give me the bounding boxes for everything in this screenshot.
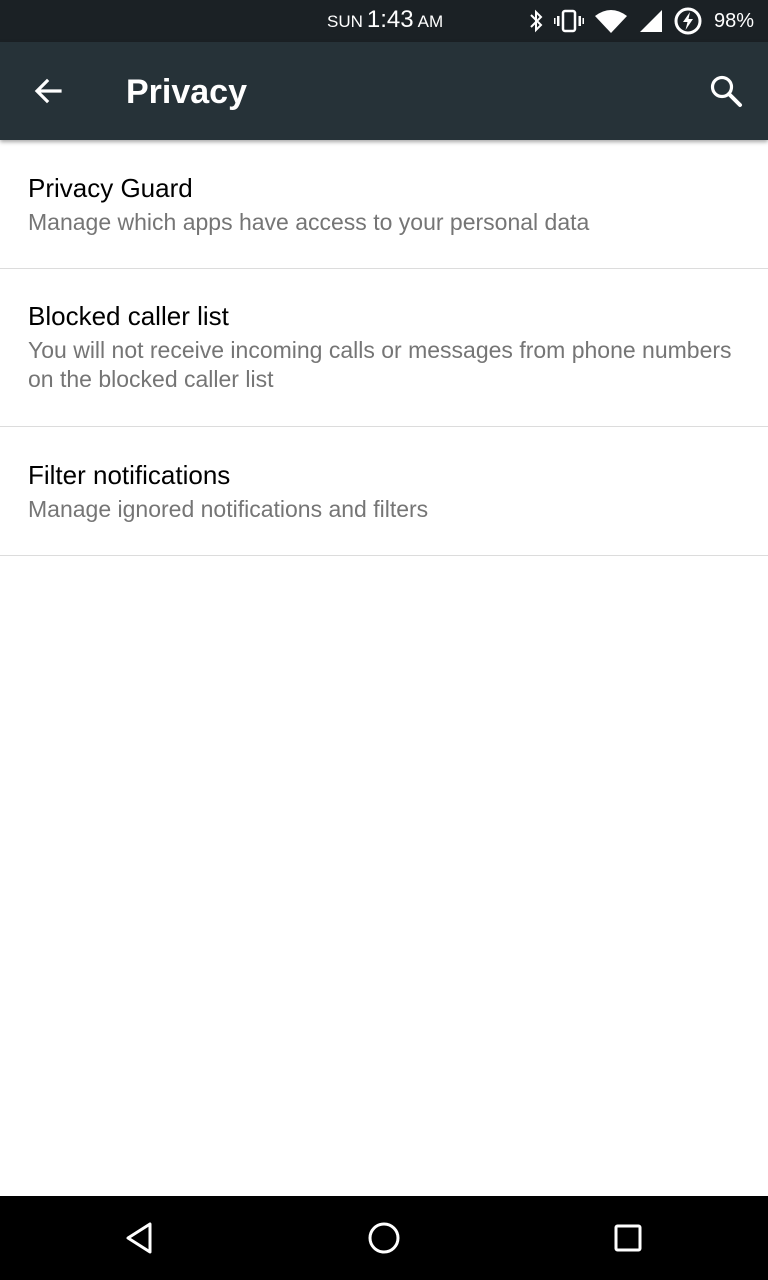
status-bar: SUN 1:43 AM 98% [0, 0, 768, 42]
nav-back-icon [126, 1222, 152, 1254]
page-title: Privacy [126, 73, 247, 111]
item-title: Privacy Guard [28, 173, 193, 203]
search-icon [710, 75, 742, 107]
item-title: Blocked caller list [28, 301, 229, 331]
navigation-bar [0, 1196, 768, 1280]
item-summary: You will not receive incoming calls or m… [28, 337, 732, 392]
search-button[interactable] [702, 67, 750, 115]
item-summary: Manage ignored notifications and filters [28, 496, 429, 522]
nav-recents-icon [614, 1224, 642, 1252]
settings-list: Privacy Guard Manage which apps have acc… [0, 140, 768, 556]
nav-back-button[interactable] [116, 1214, 164, 1262]
list-item-privacy-guard[interactable]: Privacy Guard Manage which apps have acc… [0, 140, 768, 269]
status-clock: SUN 1:43 AM [327, 6, 443, 38]
item-title: Filter notifications [28, 460, 231, 490]
battery-percent: 98% [713, 9, 754, 32]
status-time: 1:43 [366, 6, 414, 33]
nav-recents-button[interactable] [604, 1214, 652, 1262]
signal-icon [638, 8, 664, 34]
back-button[interactable] [24, 67, 72, 115]
app-bar: Privacy [0, 42, 768, 140]
status-day: SUN [327, 12, 363, 31]
nav-home-icon [368, 1222, 400, 1254]
battery-charging-icon [674, 7, 702, 35]
status-ampm: AM [417, 12, 444, 31]
screen: SUN 1:43 AM 98% Privacy Privacy Guard Ma… [0, 0, 768, 1280]
arrow-back-icon [34, 78, 62, 104]
wifi-icon [594, 8, 628, 34]
list-item-filter-notifications[interactable]: Filter notifications Manage ignored noti… [0, 427, 768, 556]
bluetooth-icon [528, 8, 544, 34]
nav-home-button[interactable] [360, 1214, 408, 1262]
item-summary: Manage which apps have access to your pe… [28, 209, 590, 235]
status-icons: 98% [528, 6, 754, 36]
vibrate-icon [553, 8, 584, 34]
list-item-blocked-caller-list[interactable]: Blocked caller list You will not receive… [0, 269, 768, 427]
